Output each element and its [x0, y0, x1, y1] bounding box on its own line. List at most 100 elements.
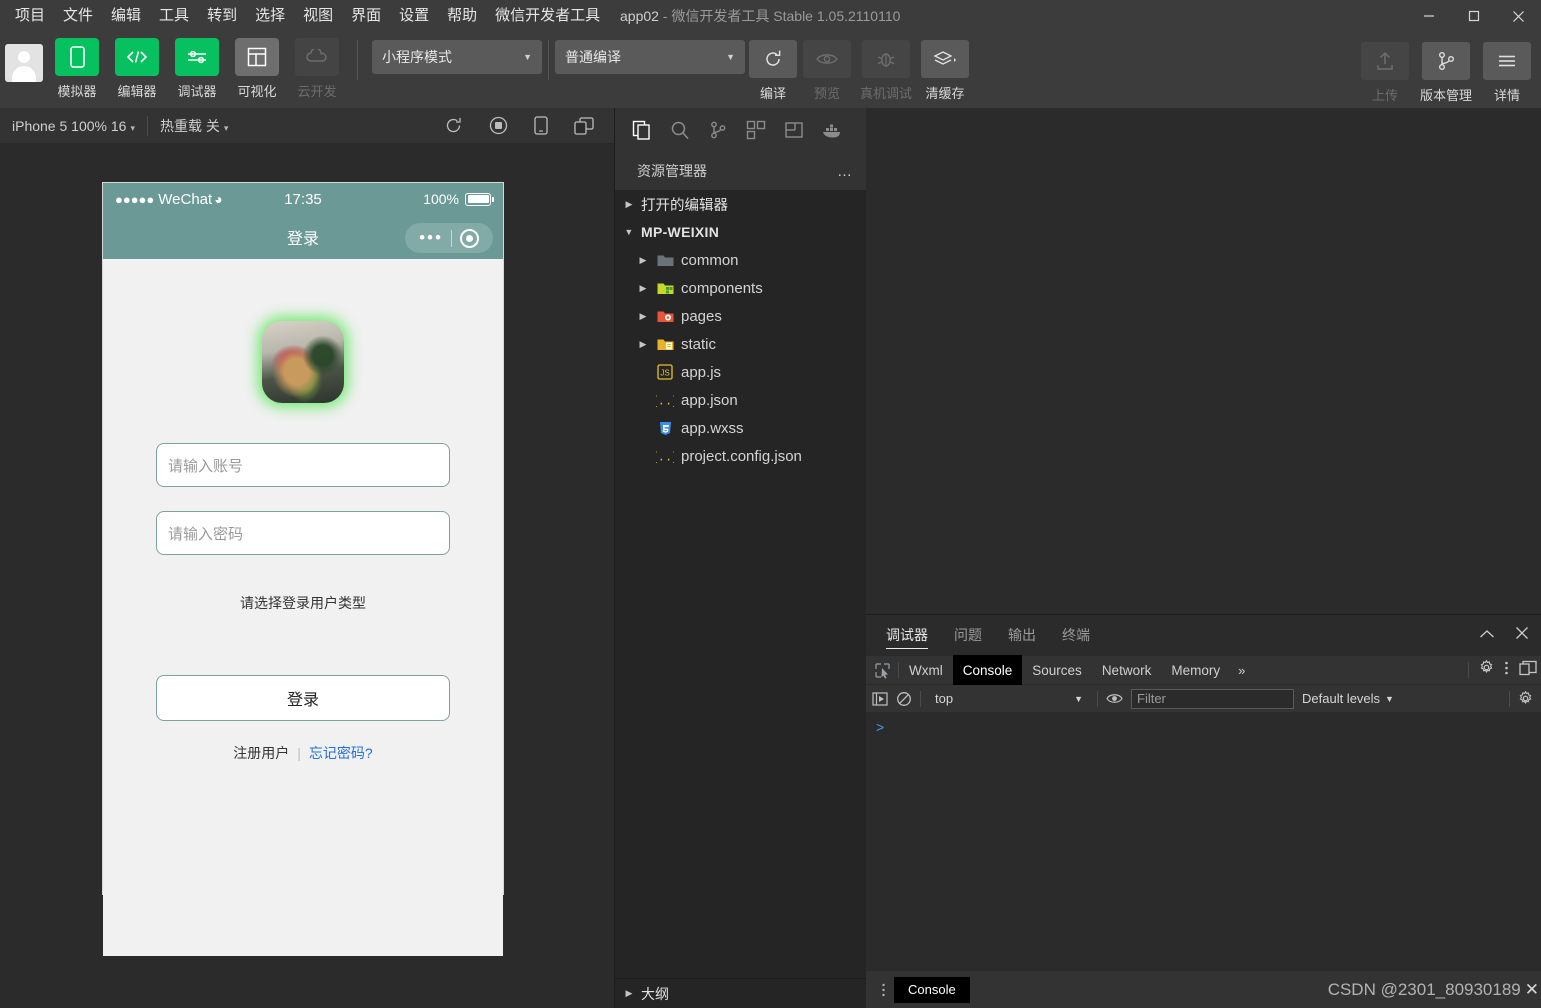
register-link[interactable]: 注册用户 — [233, 743, 289, 763]
tab-memory[interactable]: Memory — [1161, 655, 1230, 685]
inspect-element-icon[interactable] — [866, 662, 898, 679]
tree-item-common[interactable]: ▶ common — [615, 246, 866, 274]
debugger-tab-bar: 调试器 问题 输出 终端 — [866, 615, 1541, 655]
main-toolbar: 模拟器 编辑器 调试器 可视化 云开发 小程序模式 ▼ 普通编译 ▼ 编译 预览… — [0, 32, 1541, 108]
tab-network[interactable]: Network — [1092, 655, 1162, 685]
cloud-dev-button[interactable]: 云开发 — [291, 38, 343, 100]
watermark-close-icon[interactable]: ✕ — [1525, 980, 1541, 1000]
preview-button[interactable]: 预览 — [801, 38, 853, 102]
compile-button[interactable]: 编译 — [747, 38, 799, 102]
console-levels-value: Default levels — [1302, 691, 1381, 706]
visualization-toggle-button[interactable]: 可视化 — [231, 38, 283, 100]
tab-problems[interactable]: 问题 — [954, 615, 982, 655]
custom-panel-icon[interactable] — [775, 110, 813, 150]
minimize-button[interactable] — [1406, 0, 1451, 32]
console-context-select[interactable]: top ▼ — [929, 691, 1089, 706]
device-select[interactable]: iPhone 5 100% 16 ▾ — [0, 118, 147, 134]
more-dots-icon[interactable]: ••• — [419, 229, 451, 246]
execute-icon[interactable] — [872, 691, 888, 707]
clear-cache-button[interactable]: 清缓存 — [919, 38, 971, 102]
extensions-icon[interactable] — [737, 110, 775, 150]
outline-section[interactable]: ▶ 大纲 — [615, 978, 867, 1008]
menu-item-tools[interactable]: 工具 — [150, 3, 198, 29]
simulator-toggle-button[interactable]: 模拟器 — [51, 38, 103, 100]
js-file-icon: JS — [656, 364, 674, 380]
tab-output[interactable]: 输出 — [1008, 615, 1036, 655]
editor-toggle-button[interactable]: 编辑器 — [111, 38, 163, 100]
tree-item-components[interactable]: ▶ components — [615, 274, 866, 302]
password-input[interactable]: 请输入密码 — [156, 511, 450, 555]
files-icon[interactable] — [623, 110, 661, 150]
clear-console-icon[interactable] — [896, 691, 912, 707]
mode-select[interactable]: 小程序模式 ▼ — [372, 40, 542, 74]
tab-debugger[interactable]: 调试器 — [886, 615, 928, 655]
tree-item-static[interactable]: ▶ static — [615, 330, 866, 358]
hot-reload-select[interactable]: 热重载 关 ▾ — [148, 116, 240, 136]
menu-item-wechat-devtools[interactable]: 微信开发者工具 — [486, 3, 609, 29]
tree-item-app-wxss[interactable]: app.wxss — [615, 414, 866, 442]
settings-gear-icon[interactable] — [1518, 691, 1533, 706]
battery-percent: 100% — [423, 191, 459, 207]
debugger-toggle-button[interactable]: 调试器 — [171, 38, 223, 100]
section-open-editors[interactable]: ▶ 打开的编辑器 — [615, 190, 866, 218]
device-icon[interactable] — [534, 116, 548, 135]
live-expression-icon[interactable] — [1106, 692, 1123, 705]
menu-item-settings[interactable]: 设置 — [390, 3, 438, 29]
dock-side-icon[interactable] — [1519, 660, 1537, 681]
section-mp-weixin[interactable]: ▼ MP-WEIXIN — [615, 218, 866, 246]
console-settings-group — [1509, 690, 1535, 707]
hamburger-icon — [1483, 42, 1531, 80]
menu-item-view[interactable]: 视图 — [294, 3, 342, 29]
tree-item-label: static — [681, 335, 717, 353]
tree-item-app-json[interactable]: {..} app.json — [615, 386, 866, 414]
drawer-tab-console[interactable]: Console — [894, 976, 970, 1003]
tab-terminal[interactable]: 终端 — [1062, 615, 1090, 655]
console-divider — [1097, 690, 1098, 707]
tab-sources[interactable]: Sources — [1022, 655, 1092, 685]
maximize-button[interactable] — [1451, 0, 1496, 32]
menu-item-edit[interactable]: 编辑 — [102, 3, 150, 29]
multi-window-icon[interactable] — [574, 116, 594, 135]
refresh-icon[interactable] — [444, 116, 463, 135]
source-control-icon[interactable] — [699, 110, 737, 150]
close-icon[interactable] — [1515, 626, 1529, 645]
details-button[interactable]: 详情 — [1481, 40, 1533, 104]
capsule-menu[interactable]: ••• — [405, 223, 493, 253]
tab-console[interactable]: Console — [952, 655, 1023, 685]
chevron-up-icon[interactable] — [1479, 626, 1495, 644]
upload-button[interactable]: 上传 — [1359, 40, 1411, 104]
menu-item-help[interactable]: 帮助 — [438, 3, 486, 29]
docker-icon[interactable] — [813, 110, 851, 150]
kebab-menu-icon[interactable] — [876, 982, 890, 998]
kebab-menu-icon[interactable] — [1504, 660, 1509, 681]
user-avatar[interactable] — [5, 44, 43, 82]
tree-item-pages[interactable]: ▶ pages — [615, 302, 866, 330]
close-button[interactable] — [1496, 0, 1541, 32]
tree-item-label: components — [681, 279, 763, 297]
user-type-label[interactable]: 请选择登录用户类型 — [103, 593, 503, 613]
console-levels-select[interactable]: Default levels ▼ — [1302, 691, 1394, 706]
settings-gear-icon[interactable] — [1479, 659, 1494, 680]
console-filter-input[interactable]: Filter — [1131, 688, 1294, 709]
real-device-debug-button[interactable]: 真机调试 — [855, 38, 917, 102]
version-control-button[interactable]: 版本管理 — [1413, 40, 1479, 104]
target-icon[interactable] — [459, 228, 479, 248]
search-icon[interactable] — [661, 110, 699, 150]
menu-item-project[interactable]: 项目 — [6, 3, 54, 29]
login-button[interactable]: 登录 — [156, 675, 450, 721]
forgot-password-link[interactable]: 忘记密码? — [309, 743, 373, 763]
menu-item-select[interactable]: 选择 — [246, 3, 294, 29]
tree-item-app-js[interactable]: JS app.js — [615, 358, 866, 386]
tree-item-project-config-json[interactable]: {..} project.config.json — [615, 442, 866, 470]
tab-wxml[interactable]: Wxml — [899, 655, 953, 685]
menu-item-file[interactable]: 文件 — [54, 3, 102, 29]
record-icon[interactable] — [489, 116, 508, 135]
menu-item-goto[interactable]: 转到 — [198, 3, 246, 29]
console-prompt: > — [876, 719, 885, 735]
account-input[interactable]: 请输入账号 — [156, 443, 450, 487]
more-tabs-icon[interactable]: » — [1230, 663, 1253, 678]
explorer-more-icon[interactable]: … — [837, 163, 854, 180]
menu-item-interface[interactable]: 界面 — [342, 3, 390, 29]
compile-select[interactable]: 普通编译 ▼ — [555, 40, 745, 74]
console-output[interactable]: > — [866, 713, 1541, 965]
